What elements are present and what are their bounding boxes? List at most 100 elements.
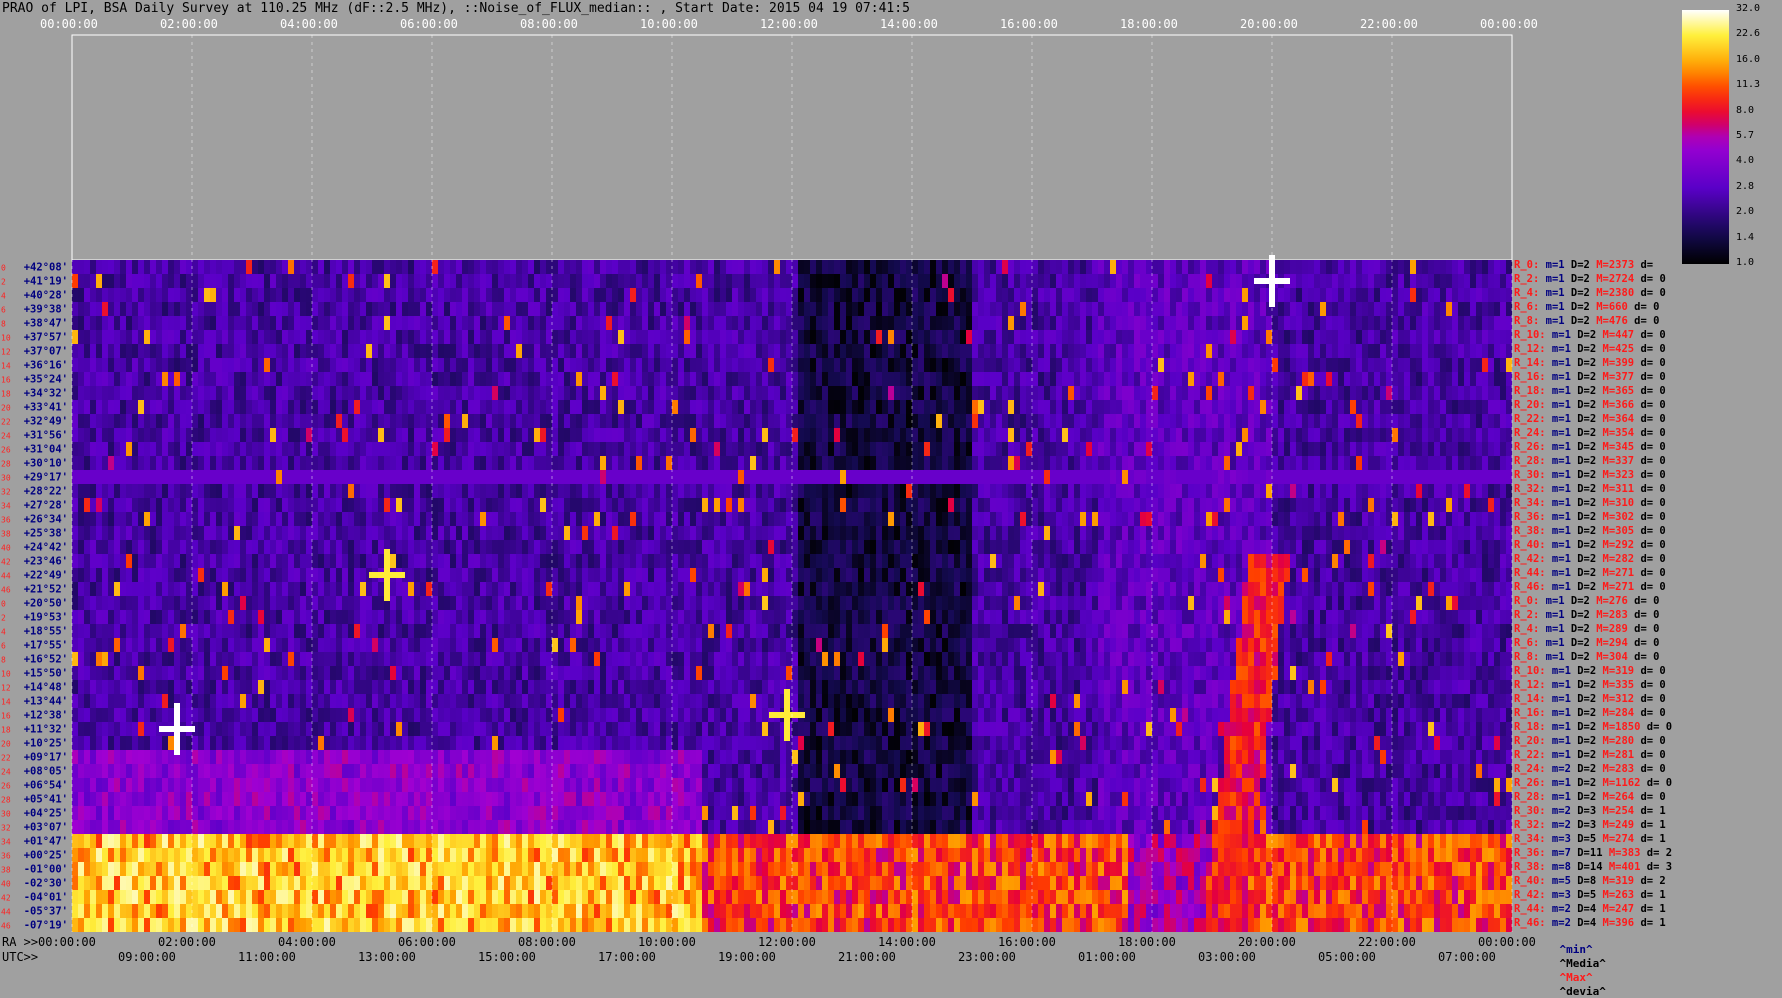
row-stat: R_12: m=1 D=2 M=425 d= 0 [1514, 343, 1666, 355]
colorbar-tick: 2.8 [1736, 180, 1755, 192]
row-number: 8 [1, 320, 6, 329]
row-stat: R_32: m=1 D=2 M=311 d= 0 [1514, 483, 1666, 495]
stat-r: R_10: [1514, 329, 1546, 341]
row-stat: R_38: m=8 D=14 M=401 d= 3 [1514, 861, 1672, 873]
stat-m: M=660 [1589, 301, 1628, 313]
stat-d: d= 0 [1627, 651, 1660, 663]
stat-d: d= 1 [1634, 805, 1666, 817]
stat-m: M=283 [1589, 609, 1628, 621]
ra-bottom-tick: 16:00:00 [998, 935, 1056, 949]
stat-d: D=2 [1564, 595, 1590, 607]
row-stat: R_18: m=1 D=2 M=1850 d= 0 [1514, 721, 1672, 733]
stat-d: d= 0 [1634, 735, 1666, 747]
row-number: 40 [1, 880, 11, 889]
stat-m: M=335 [1596, 679, 1635, 691]
stat-d: D=2 [1570, 329, 1597, 341]
dec-label: +31°04' [24, 444, 68, 456]
dec-label: +28°22' [24, 486, 68, 498]
row-number: 20 [1, 404, 11, 413]
stat-m: M=254 [1596, 805, 1635, 817]
stat-r: R_46: [1514, 917, 1546, 929]
row-number: 26 [1, 782, 11, 791]
dec-label: +17°55' [24, 640, 68, 652]
stat-r: R_28: [1514, 455, 1546, 467]
stat-d: D=3 [1570, 819, 1597, 831]
ra-bottom-tick: 00:00:00 [38, 935, 96, 949]
dec-label: -04°01' [24, 892, 68, 904]
stat-m: M=377 [1596, 371, 1635, 383]
row-number: 22 [1, 418, 11, 427]
stat-m: m=1 [1539, 623, 1565, 635]
stat-m: m=3 [1545, 889, 1571, 901]
stat-r: R_44: [1514, 567, 1546, 579]
colorbar-tick: 16.0 [1736, 53, 1761, 65]
ra-bottom-tick: 14:00:00 [878, 935, 936, 949]
row-number: 32 [1, 824, 11, 833]
stat-d: d= 0 [1634, 567, 1666, 579]
row-stat: R_42: m=1 D=2 M=282 d= 0 [1514, 553, 1666, 565]
dec-label: -05°37' [24, 906, 68, 918]
stat-m: M=276 [1589, 595, 1628, 607]
stat-m: m=1 [1545, 399, 1571, 411]
stat-d: D=2 [1570, 553, 1597, 565]
dec-label: -01°00' [24, 864, 68, 876]
utc-tick: 11:00:00 [238, 950, 296, 964]
stat-m: m=1 [1545, 721, 1571, 733]
row-stat: R_20: m=1 D=2 M=366 d= 0 [1514, 399, 1666, 411]
stat-r: R_28: [1514, 791, 1546, 803]
utc-tick: 17:00:00 [598, 950, 656, 964]
stat-d: D=2 [1570, 441, 1597, 453]
stat-m: M=310 [1596, 497, 1635, 509]
row-number: 34 [1, 838, 11, 847]
dec-label: +18°55' [24, 626, 68, 638]
stat-r: R_20: [1514, 399, 1546, 411]
stat-d: D=2 [1570, 399, 1597, 411]
stat-r: R_38: [1514, 861, 1546, 873]
colorbar-tick: 2.0 [1736, 206, 1755, 218]
stat-d: d= 0 [1627, 595, 1660, 607]
stat-d: d= 0 [1634, 665, 1666, 677]
stat-d: d= 0 [1640, 721, 1673, 733]
stat-m: m=1 [1539, 315, 1565, 327]
stat-d: d= 1 [1634, 889, 1666, 901]
stat-d: d= 1 [1634, 833, 1666, 845]
stat-m: m=1 [1539, 595, 1565, 607]
stat-r: R_4: [1514, 287, 1540, 299]
stat-m: m=1 [1545, 707, 1571, 719]
utc-tick: 19:00:00 [718, 950, 776, 964]
dec-label: +14°48' [24, 682, 68, 694]
stat-r: R_12: [1514, 343, 1546, 355]
stat-d: D=2 [1570, 511, 1597, 523]
row-stat: R_20: m=1 D=2 M=280 d= 0 [1514, 735, 1666, 747]
stat-d: d= 0 [1627, 609, 1660, 621]
stat-d: D=2 [1570, 343, 1597, 355]
stat-d: d= 0 [1634, 763, 1666, 775]
stat-m: m=1 [1539, 259, 1565, 271]
stat-d: d= 0 [1634, 427, 1666, 439]
stat-d: d= 2 [1640, 847, 1673, 859]
stat-m: M=399 [1596, 357, 1635, 369]
stat-d: D=2 [1570, 567, 1597, 579]
source-mark [769, 712, 805, 718]
stat-m: M=282 [1596, 553, 1635, 565]
stat-m: M=401 [1602, 861, 1641, 873]
stat-r: R_34: [1514, 833, 1546, 845]
stat-m: m=1 [1545, 581, 1571, 593]
dec-label: +27°28' [24, 500, 68, 512]
ra-bottom-tick: 10:00:00 [638, 935, 696, 949]
stat-d: D=2 [1570, 581, 1597, 593]
utc-label: UTC>> [2, 950, 39, 964]
stat-r: R_40: [1514, 539, 1546, 551]
stat-r: R_22: [1514, 413, 1546, 425]
row-stat: R_8: m=1 D=2 M=476 d= 0 [1514, 315, 1659, 327]
row-stat: R_44: m=2 D=4 M=247 d= 1 [1514, 903, 1666, 915]
row-number: 20 [1, 740, 11, 749]
dec-label: +35°24' [24, 374, 68, 386]
stat-m: m=2 [1545, 763, 1571, 775]
dec-label: +23°46' [24, 556, 68, 568]
row-stat: R_42: m=3 D=5 M=263 d= 1 [1514, 889, 1666, 901]
stat-r: R_8: [1514, 315, 1540, 327]
stat-m: m=3 [1545, 833, 1571, 845]
stat-m: M=304 [1589, 651, 1628, 663]
row-stat: R_4: m=1 D=2 M=289 d= 0 [1514, 623, 1659, 635]
